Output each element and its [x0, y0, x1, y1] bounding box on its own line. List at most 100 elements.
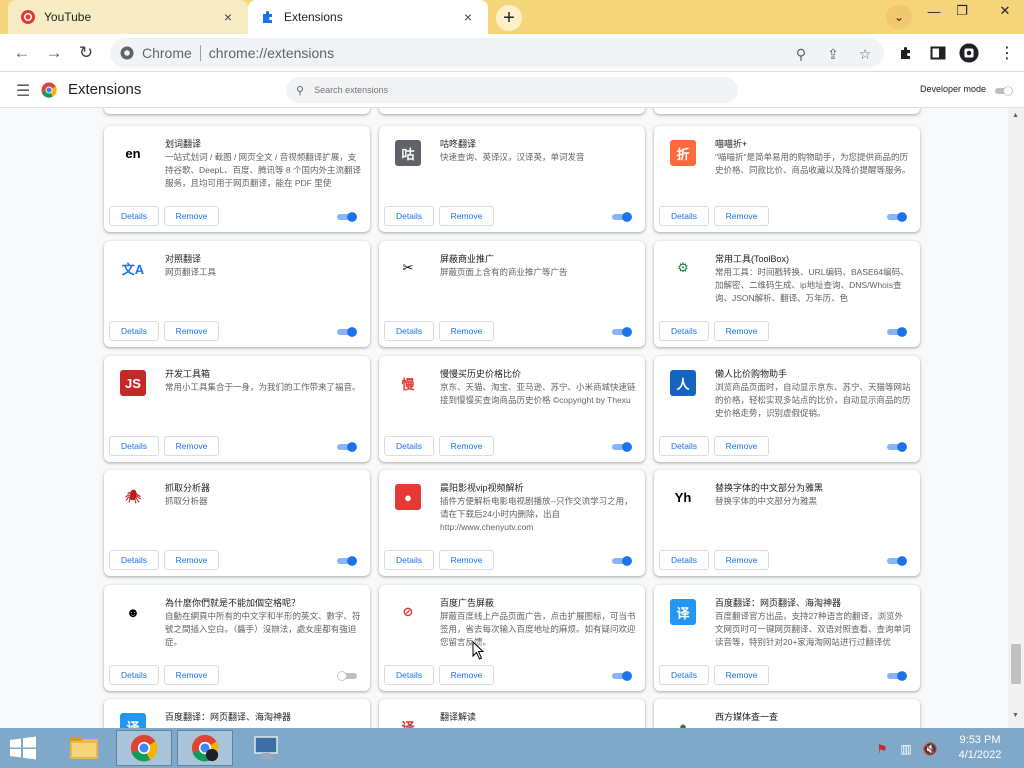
taskbar-remote-desktop[interactable]	[238, 730, 294, 766]
chrome-site-icon	[120, 46, 134, 60]
details-button[interactable]: Details	[659, 321, 709, 341]
remove-button[interactable]: Remove	[714, 206, 769, 226]
details-button[interactable]: Details	[109, 436, 159, 456]
scroll-up-arrow[interactable]: ▲	[1012, 112, 1019, 119]
hamburger-menu-icon[interactable]: ☰	[16, 81, 30, 101]
extension-name: 抓取分析器	[165, 483, 211, 493]
tab-search-button[interactable]: ⌄	[886, 5, 912, 29]
extension-name: 慢慢买历史价格比价	[440, 369, 522, 379]
scroll-down-arrow[interactable]: ▼	[1012, 712, 1019, 719]
remove-button[interactable]: Remove	[439, 321, 494, 341]
volume-muted-icon[interactable]: 🔇	[922, 741, 938, 757]
taskbar-chrome-profile[interactable]	[177, 730, 233, 766]
tab-close-button[interactable]: ×	[220, 9, 236, 25]
remove-button[interactable]: Remove	[164, 436, 219, 456]
side-panel-icon[interactable]	[928, 43, 948, 63]
remove-button[interactable]: Remove	[164, 206, 219, 226]
search-extensions-bar[interactable]: ⚲	[286, 77, 738, 103]
taskbar-chrome[interactable]	[116, 730, 172, 766]
extension-description: 百度翻译官方出品，支持27种语言的翻译，浏览外文网页时可一键网页翻译、双语对照查…	[715, 611, 911, 647]
forward-button[interactable]: →	[43, 42, 65, 64]
scrollbar-thumb[interactable]	[1011, 644, 1021, 684]
developer-mode-toggle[interactable]	[994, 85, 1014, 96]
back-button[interactable]: ←	[11, 42, 33, 64]
profile-avatar[interactable]	[959, 43, 979, 63]
extensions-puzzle-icon[interactable]	[896, 43, 916, 63]
extension-card: ✂ 屏蔽商业推广 屏蔽页面上含有的商业推广等广告 Details Remove	[379, 241, 645, 347]
remove-button[interactable]: Remove	[714, 665, 769, 685]
enable-toggle[interactable]	[886, 441, 908, 452]
details-button[interactable]: Details	[384, 665, 434, 685]
reload-button[interactable]: ↻	[75, 42, 97, 64]
extension-card: 咕 咕咚翻译 快速查询、英译汉，汉译英，单词发音 Details Remove	[379, 126, 645, 232]
tab-title: Extensions	[284, 10, 343, 24]
google-translate-icon: 文A	[120, 255, 146, 281]
extension-card: ●西方媒体查一查DetailsRemove	[654, 699, 920, 728]
details-button[interactable]: Details	[659, 550, 709, 570]
remove-button[interactable]: Remove	[439, 550, 494, 570]
details-button[interactable]: Details	[109, 550, 159, 570]
discount-icon: 折	[670, 140, 696, 166]
remove-button[interactable]: Remove	[164, 321, 219, 341]
remove-button[interactable]: Remove	[439, 436, 494, 456]
enable-toggle[interactable]	[886, 670, 908, 681]
extension-description: 自動在網頁中所有的中文字和半形的英文、數字、符號之間插入空白。（醬手）沒辦法，處…	[165, 611, 361, 647]
details-button[interactable]: Details	[659, 665, 709, 685]
enable-toggle[interactable]	[886, 211, 908, 222]
taskbar-clock[interactable]: 9:53 PM 4/1/2022	[948, 733, 1012, 763]
enable-toggle[interactable]	[611, 441, 633, 452]
enable-toggle[interactable]	[611, 326, 633, 337]
enable-toggle[interactable]	[611, 670, 633, 681]
enable-toggle[interactable]	[336, 555, 358, 566]
gudong-icon: 咕	[395, 140, 421, 166]
tab-youtube[interactable]: YouTube ×	[8, 0, 248, 34]
remove-button[interactable]: Remove	[439, 206, 494, 226]
extension-card	[104, 108, 370, 114]
details-button[interactable]: Details	[109, 206, 159, 226]
taskbar-file-explorer[interactable]	[56, 730, 112, 766]
developer-mode-label: Developer mode	[920, 84, 987, 94]
details-button[interactable]: Details	[384, 436, 434, 456]
extension-name: 替换字体的中文部分为雅黑	[715, 483, 824, 493]
network-icon[interactable]: ▥	[898, 741, 914, 757]
share-icon[interactable]: ⇪	[824, 45, 842, 63]
remove-button[interactable]: Remove	[714, 436, 769, 456]
details-button[interactable]: Details	[109, 665, 159, 685]
extension-description: 京东、天猫、淘宝、亚马逊、苏宁、小米商城快速链接到慢慢买查询商品历史价格 ©co…	[440, 382, 636, 405]
enable-toggle[interactable]	[336, 211, 358, 222]
details-button[interactable]: Details	[659, 206, 709, 226]
remove-button[interactable]: Remove	[439, 665, 494, 685]
enable-toggle[interactable]	[336, 326, 358, 337]
address-bar[interactable]: Chrome chrome://extensions ⚲ ⇪ ☆	[110, 38, 884, 68]
enable-toggle[interactable]	[611, 555, 633, 566]
windows-start-button[interactable]	[8, 736, 38, 760]
action-center-flag-icon[interactable]: ⚑	[874, 741, 890, 757]
search-input[interactable]	[314, 85, 715, 95]
enable-toggle[interactable]	[886, 555, 908, 566]
details-button[interactable]: Details	[109, 321, 159, 341]
restore-button[interactable]: ❐	[946, 0, 978, 22]
extension-card: 人 懒人比价购物助手 浏览商品页面时，自动显示京东、苏宁、天猫等网站的价格，轻松实现…	[654, 356, 920, 462]
bookmark-star-icon[interactable]: ☆	[856, 45, 874, 63]
extension-card: 慢 慢慢买历史价格比价 京东、天猫、淘宝、亚马逊、苏宁、小米商城快速链接到慢慢买查询…	[379, 356, 645, 462]
remove-button[interactable]: Remove	[714, 321, 769, 341]
remove-button[interactable]: Remove	[714, 550, 769, 570]
details-button[interactable]: Details	[384, 321, 434, 341]
close-window-button[interactable]: ✕	[986, 0, 1024, 22]
tab-close-button[interactable]: ×	[460, 9, 476, 25]
new-tab-button[interactable]: +	[496, 5, 522, 31]
details-button[interactable]: Details	[384, 206, 434, 226]
enable-toggle[interactable]	[336, 670, 358, 681]
details-button[interactable]: Details	[384, 550, 434, 570]
details-button[interactable]: Details	[659, 436, 709, 456]
remove-button[interactable]: Remove	[164, 665, 219, 685]
enable-toggle[interactable]	[886, 326, 908, 337]
menu-kebab-icon[interactable]: ⋮	[997, 43, 1017, 63]
extensions-header: ☰ Extensions ⚲ Developer mode	[0, 72, 1024, 108]
remove-button[interactable]: Remove	[164, 550, 219, 570]
enable-toggle[interactable]	[336, 441, 358, 452]
zoom-search-icon[interactable]: ⚲	[792, 45, 810, 63]
tab-extensions[interactable]: Extensions ×	[248, 0, 488, 34]
page-scrollbar[interactable]: ▲ ▼	[1008, 108, 1024, 728]
enable-toggle[interactable]	[611, 211, 633, 222]
